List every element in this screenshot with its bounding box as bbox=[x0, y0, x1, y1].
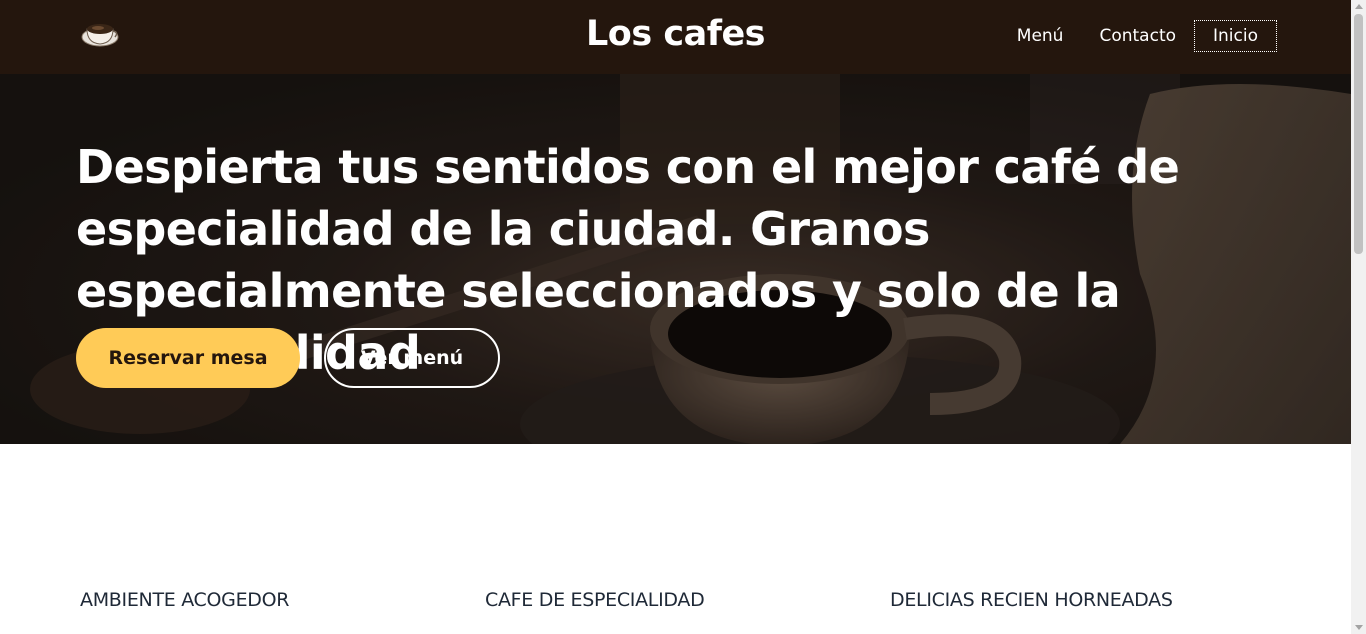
hero-section: Despierta tus sentidos con el mejor café… bbox=[0, 74, 1351, 444]
nav-link-inicio[interactable]: Inicio bbox=[1194, 20, 1277, 52]
view-menu-button[interactable]: Ver menú bbox=[324, 328, 500, 388]
nav-links: Menú Contacto Inicio bbox=[999, 20, 1277, 52]
nav-link-contacto[interactable]: Contacto bbox=[1081, 21, 1194, 51]
coffee-cup-icon[interactable] bbox=[80, 15, 120, 51]
vertical-scrollbar[interactable] bbox=[1351, 0, 1366, 634]
reserve-table-button[interactable]: Reservar mesa bbox=[76, 328, 300, 388]
feature-title-ambiente: AMBIENTE ACOGEDOR bbox=[80, 589, 290, 611]
scroll-up-arrow-icon[interactable] bbox=[1355, 4, 1363, 9]
navbar: Los cafes Menú Contacto Inicio bbox=[0, 0, 1351, 74]
scroll-thumb[interactable] bbox=[1354, 14, 1363, 254]
feature-title-delicias: DELICIAS RECIEN HORNEADAS bbox=[890, 589, 1173, 611]
page: Los cafes Menú Contacto Inicio Despierta… bbox=[0, 0, 1351, 634]
nav-link-menu[interactable]: Menú bbox=[999, 21, 1082, 51]
scroll-down-arrow-icon[interactable] bbox=[1355, 625, 1363, 630]
feature-title-cafe: CAFE DE ESPECIALIDAD bbox=[485, 589, 705, 611]
